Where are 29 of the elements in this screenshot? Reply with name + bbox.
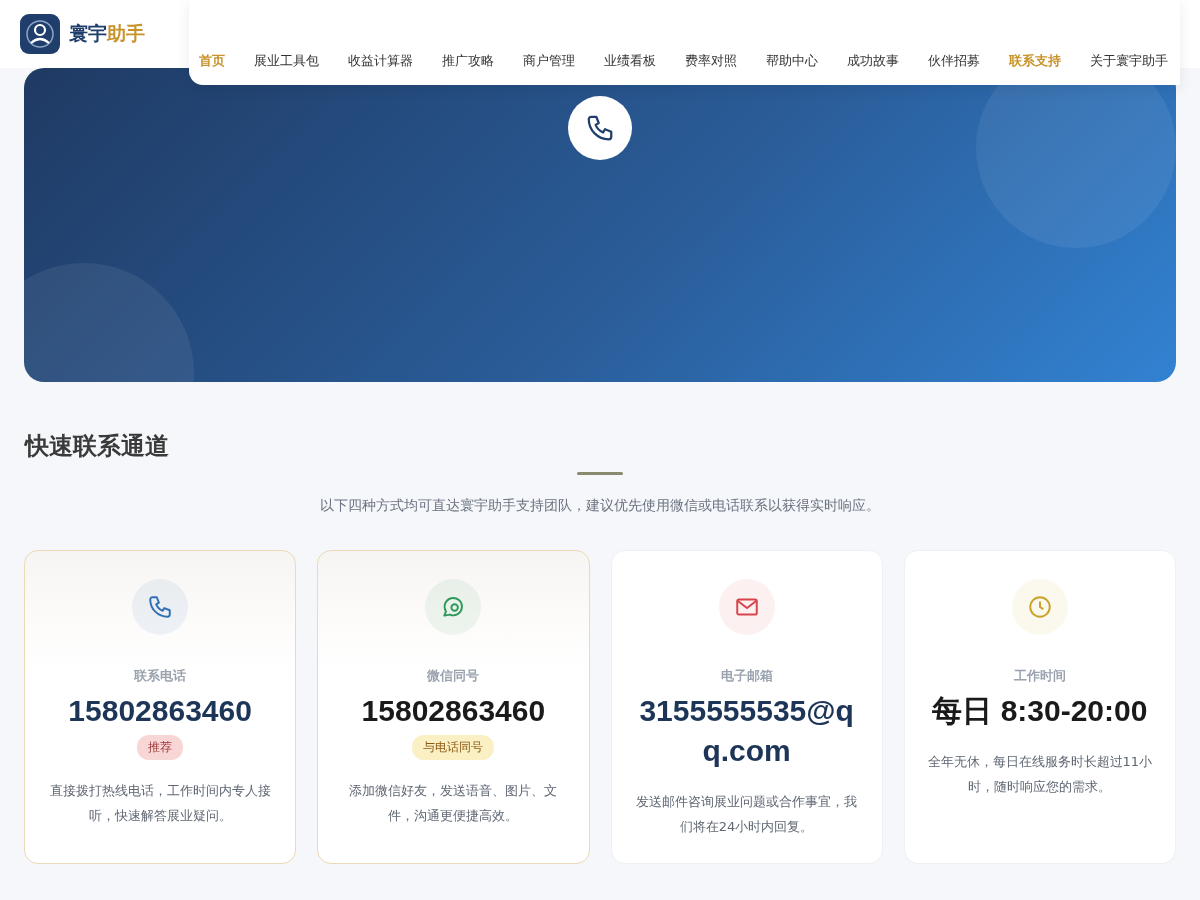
card-label: 联系电话	[134, 667, 187, 685]
nav-link[interactable]: 成功故事	[847, 52, 899, 70]
card-label: 工作时间	[1013, 667, 1066, 685]
tag: 推荐	[137, 735, 184, 760]
nav-link[interactable]: 商户管理	[523, 52, 575, 70]
tag: 与电话同号	[412, 735, 495, 760]
card-description: 发送邮件咨询展业问题或合作事宜，我们将在24小时内回复。	[635, 793, 859, 836]
contact-value: 15802863460	[67, 693, 253, 729]
nav-link[interactable]: 费率对照	[685, 52, 737, 70]
contact-value: 每日 8:30-20:00	[931, 693, 1149, 729]
card-label: 微信同号	[427, 667, 480, 685]
section-title: 快速联系通道	[25, 431, 170, 462]
nav-link[interactable]: 伙伴招募	[928, 52, 980, 70]
brand-name[interactable]: 寰宇助手	[69, 21, 145, 47]
contact-value: 3155555535@qq.com	[638, 693, 855, 769]
nav-link[interactable]: 帮助中心	[766, 52, 818, 70]
logo-icon	[20, 14, 60, 54]
nav-link[interactable]: 推广攻略	[442, 52, 494, 70]
card-description: 添加微信好友，发送语音、图片、文件，沟通更便捷高效。	[348, 782, 559, 825]
nav-link[interactable]: 关于寰宇助手	[1090, 52, 1168, 70]
nav-link[interactable]: 展业工具包	[254, 52, 319, 70]
section-subtitle: 以下四种方式均可直达寰宇助手支持团队，建议优先使用微信或电话联系以获得实时响应。	[319, 497, 881, 515]
card-label: 电子邮箱	[720, 667, 773, 685]
card-description: 全年无休，每日在线服务时长超过11小时，随时响应您的需求。	[926, 753, 1154, 796]
contact-value: 15802863460	[360, 693, 547, 729]
nav-link[interactable]: 收益计算器	[348, 52, 413, 70]
nav-link[interactable]: 业绩看板	[604, 52, 656, 70]
phone-icon	[585, 113, 615, 143]
card-description: 直接拨打热线电话，工作时间内专人接听，快速解答展业疑问。	[48, 782, 272, 825]
